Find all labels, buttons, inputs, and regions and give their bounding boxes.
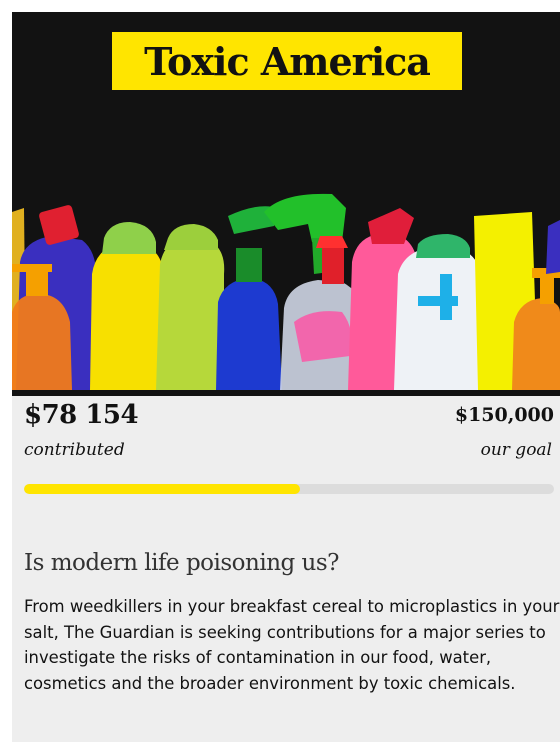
progress-bar <box>24 484 554 494</box>
progress-bar-fill <box>24 484 301 494</box>
goal-label: our goal <box>480 440 552 460</box>
hero-divider <box>12 390 560 396</box>
campaign-title-box: Toxic America <box>112 32 462 90</box>
hero-banner: Toxic America <box>12 12 560 390</box>
campaign-title: Toxic America <box>144 38 431 84</box>
contributed-amount: $78 154 <box>24 400 139 430</box>
goal-amount: $150,000 <box>454 404 554 426</box>
campaign-card: Toxic America $78 154 contributed $150,0… <box>12 12 560 742</box>
campaign-description: From weedkillers in your breakfast cerea… <box>24 597 560 693</box>
contributed-label: contributed <box>24 440 125 460</box>
campaign-headline: Is modern life poisoning us? <box>24 550 340 576</box>
